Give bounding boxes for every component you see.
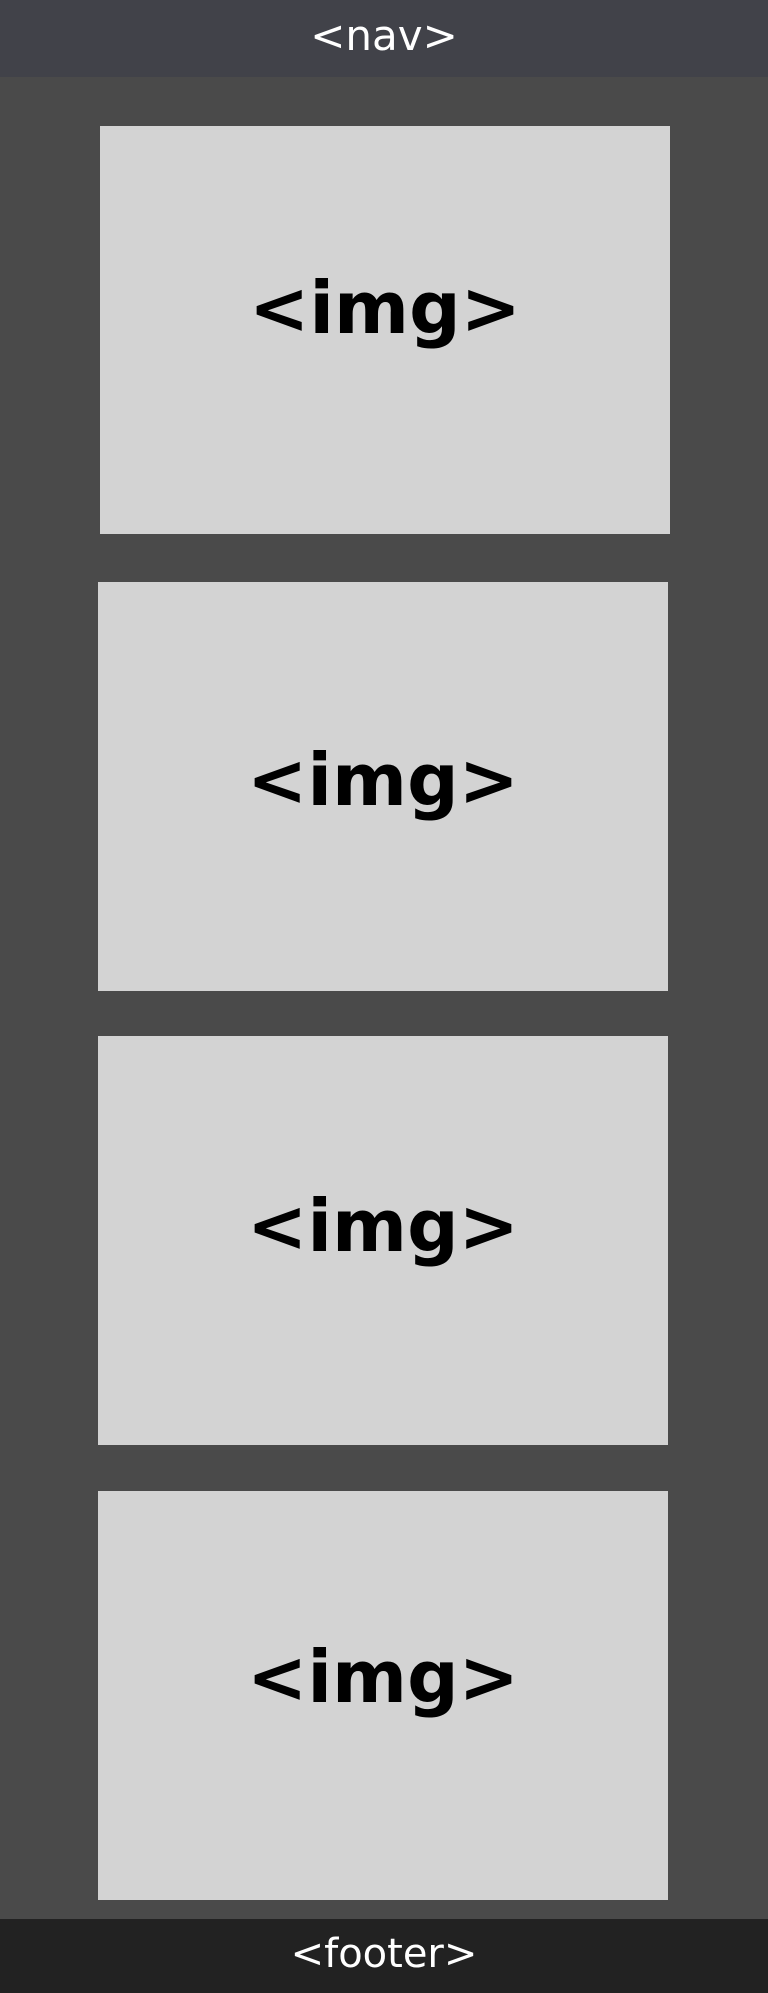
footer-bar: <footer> [0,1919,768,1993]
image-placeholder-label: <img> [247,737,519,822]
image-placeholder: <img> [98,582,668,991]
top-navigation-bar: <nav> [0,0,768,77]
image-placeholder-label: <img> [249,266,521,350]
image-placeholder: <img> [100,126,670,534]
footer-label: <footer> [290,1931,478,1977]
image-placeholder: <img> [98,1491,668,1900]
nav-label: <nav> [310,11,458,60]
main-content-area: <img> <img> <img> <img> [0,77,768,1919]
image-placeholder-label: <img> [247,1183,519,1268]
image-placeholder-label: <img> [247,1634,519,1719]
image-placeholder: <img> [98,1036,668,1445]
